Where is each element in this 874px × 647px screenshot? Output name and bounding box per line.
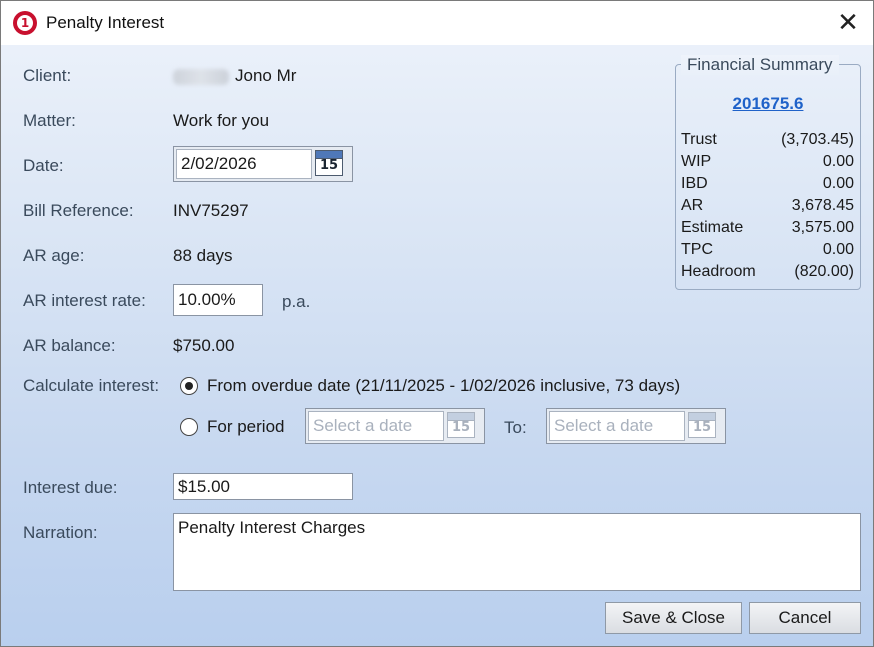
summary-row-value: 3,678.45 bbox=[791, 197, 854, 214]
calendar-icon[interactable]: 15 bbox=[688, 412, 716, 438]
date-label: Date: bbox=[23, 156, 64, 175]
per-annum-suffix: p.a. bbox=[282, 292, 311, 311]
summary-row-label: TPC bbox=[681, 241, 713, 258]
period-to-date-picker[interactable]: Select a date 15 bbox=[546, 408, 726, 444]
summary-row-value: 0.00 bbox=[822, 241, 854, 258]
for-period-option-label[interactable]: For period bbox=[207, 417, 284, 437]
matter-value: Work for you bbox=[173, 111, 270, 130]
bill-reference-value: INV75297 bbox=[173, 201, 249, 220]
period-from-date-input[interactable]: Select a date bbox=[308, 411, 444, 441]
period-to-date-input[interactable]: Select a date bbox=[549, 411, 685, 441]
ar-balance-value: $750.00 bbox=[173, 336, 235, 355]
period-from-placeholder: Select a date bbox=[313, 416, 413, 435]
narration-label: Narration: bbox=[23, 523, 98, 542]
summary-row-label: Estimate bbox=[681, 219, 744, 236]
ar-age-label: AR age: bbox=[23, 246, 85, 265]
summary-row-label: IBD bbox=[681, 175, 708, 192]
bill-reference-label: Bill Reference: bbox=[23, 201, 134, 220]
interest-due-label: Interest due: bbox=[23, 478, 118, 497]
client-label: Client: bbox=[23, 66, 72, 85]
cancel-button[interactable]: Cancel bbox=[749, 602, 861, 634]
calendar-day-number: 15 bbox=[319, 158, 339, 173]
financial-summary-title: Financial Summary bbox=[681, 55, 839, 75]
period-to-placeholder: Select a date bbox=[554, 416, 654, 435]
interest-due-input[interactable]: $15.00 bbox=[173, 473, 353, 500]
overdue-date-radio[interactable] bbox=[180, 377, 198, 395]
narration-textarea[interactable]: Penalty Interest Charges bbox=[173, 513, 861, 591]
date-input[interactable]: 2/02/2026 bbox=[176, 149, 312, 179]
client-name-text: Jono Mr bbox=[235, 66, 297, 85]
ar-interest-rate-input[interactable]: 10.00% bbox=[173, 284, 263, 316]
penalty-interest-dialog: 1 Penalty Interest ✕ Client: Jono Mr Mat… bbox=[0, 0, 874, 647]
redacted-client-name bbox=[173, 68, 229, 85]
calendar-day-number: 15 bbox=[692, 420, 712, 435]
title-bar: 1 Penalty Interest ✕ bbox=[1, 1, 873, 45]
calendar-day-number: 15 bbox=[451, 420, 471, 435]
overdue-date-option-label[interactable]: From overdue date (21/11/2025 - 1/02/202… bbox=[207, 376, 680, 396]
window-title: Penalty Interest bbox=[46, 13, 165, 32]
app-logo-icon: 1 bbox=[13, 11, 37, 35]
to-label: To: bbox=[504, 418, 527, 437]
period-from-date-picker[interactable]: Select a date 15 bbox=[305, 408, 485, 444]
matter-label: Matter: bbox=[23, 111, 76, 130]
summary-row-value: (3,703.45) bbox=[781, 131, 854, 148]
summary-row-label: WIP bbox=[681, 153, 712, 170]
save-close-button[interactable]: Save & Close bbox=[605, 602, 742, 634]
date-picker[interactable]: 2/02/2026 15 bbox=[173, 146, 353, 182]
calendar-icon[interactable]: 15 bbox=[315, 150, 343, 176]
summary-row-label: AR bbox=[681, 197, 704, 214]
summary-row-value: 0.00 bbox=[822, 175, 854, 192]
for-period-radio[interactable] bbox=[180, 418, 198, 436]
account-number-link[interactable]: 201675.6 bbox=[675, 94, 861, 114]
summary-row-value: (820.00) bbox=[794, 263, 854, 280]
ar-balance-label: AR balance: bbox=[23, 336, 116, 355]
calendar-icon[interactable]: 15 bbox=[447, 412, 475, 438]
summary-row-label: Trust bbox=[681, 131, 717, 148]
ar-interest-rate-label: AR interest rate: bbox=[23, 291, 146, 310]
close-icon[interactable]: ✕ bbox=[827, 7, 869, 39]
summary-row-value: 0.00 bbox=[822, 153, 854, 170]
summary-row-label: Headroom bbox=[681, 263, 756, 280]
ar-age-value: 88 days bbox=[173, 246, 233, 265]
client-value: Jono Mr bbox=[173, 66, 296, 86]
summary-row-value: 3,575.00 bbox=[791, 219, 854, 236]
calculate-interest-label: Calculate interest: bbox=[23, 376, 160, 395]
